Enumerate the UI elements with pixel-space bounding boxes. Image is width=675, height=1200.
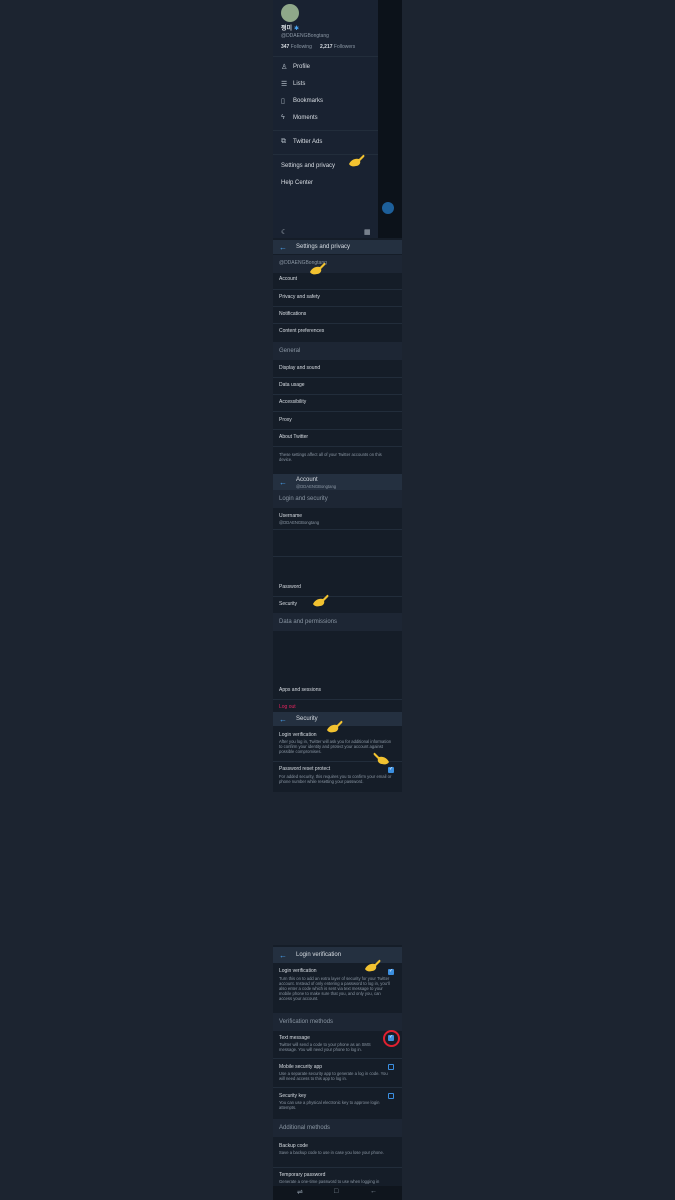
settings-item-about[interactable]: About Twitter: [279, 435, 308, 440]
lv-desc: Turn this on to add an extra layer of se…: [279, 976, 390, 1001]
bookmark-icon: ▯: [281, 98, 285, 105]
lists-icon: ☰: [281, 81, 288, 88]
drawer-panel: 쩡미 ✱ @DDAENGBongtang 347 Following 2,217…: [273, 0, 402, 238]
pointing-hand-icon: [373, 752, 389, 765]
verification-methods-header: Verification methods: [273, 1013, 402, 1031]
drawer-item-moments[interactable]: Moments: [293, 115, 318, 121]
lv-checkbox[interactable]: [388, 968, 394, 975]
pointing-hand-icon: [327, 720, 343, 733]
login-verification-label[interactable]: Login verification: [279, 733, 317, 738]
drawer-item-settings[interactable]: Settings and privacy: [281, 163, 335, 169]
pointing-hand-icon: [313, 594, 329, 607]
reset-protect-checkbox[interactable]: [388, 766, 394, 773]
settings-item-content[interactable]: Content preferences: [279, 329, 324, 334]
security-app-label: Mobile security app: [279, 1064, 323, 1070]
drawer-item-help[interactable]: Help Center: [281, 180, 313, 186]
android-nav-bar: ⇌ □ ←: [273, 1186, 402, 1200]
text-message-label: Text message: [279, 1035, 310, 1041]
back-arrow-icon[interactable]: ←: [279, 478, 287, 487]
lv-toggle-label: Login verification: [279, 968, 317, 974]
settings-item-data[interactable]: Data usage: [279, 383, 305, 388]
security-key-label: Security key: [279, 1093, 307, 1099]
drawer-item-profile[interactable]: Profile: [293, 64, 310, 70]
temp-password-desc: Generate a one-time password to use when…: [279, 1179, 380, 1184]
account-item-apps[interactable]: Apps and sessions: [279, 688, 321, 693]
login-security-header: Login and security: [273, 490, 402, 508]
reset-protect-desc: For added security, this requires you to…: [279, 774, 392, 784]
pointing-hand-icon: [365, 959, 381, 972]
settings-item-notifications[interactable]: Notifications: [279, 312, 306, 317]
login-verification-panel: ← Login verification Login verification …: [273, 945, 402, 1200]
settings-item-proxy[interactable]: Proxy: [279, 418, 292, 423]
page-title: Account: [296, 477, 318, 483]
username-value: @DDAENGBongtang: [279, 520, 320, 525]
security-panel: ← Security Login verification After you …: [273, 712, 402, 792]
pointing-hand-icon: [349, 154, 365, 167]
verified-icon: ✱: [294, 26, 300, 32]
backup-code-desc: Save a backup code to use in case you lo…: [279, 1150, 384, 1155]
followers-count[interactable]: 2,217 Followers: [320, 45, 355, 50]
person-icon: ♙: [281, 64, 288, 71]
page-title: Settings and privacy: [296, 244, 351, 250]
settings-privacy-panel: ← Settings and privacy @DDAENGBongtang A…: [273, 238, 402, 472]
drawer-item-lists[interactable]: Lists: [293, 81, 305, 87]
settings-header: ← Settings and privacy: [273, 240, 402, 254]
drawer-item-twitter-ads[interactable]: Twitter Ads: [293, 139, 322, 145]
back-nav-icon[interactable]: ←: [370, 1188, 377, 1195]
data-permissions-header: Data and permissions: [273, 613, 402, 631]
highlight-circle: [383, 1030, 400, 1047]
home-icon[interactable]: □: [334, 1188, 338, 1195]
back-arrow-icon[interactable]: ←: [279, 243, 287, 252]
settings-item-accessibility[interactable]: Accessibility: [279, 400, 306, 405]
recent-apps-icon[interactable]: ⇌: [297, 1188, 303, 1196]
additional-methods-header: Additional methods: [273, 1119, 402, 1137]
security-key-checkbox[interactable]: [388, 1093, 394, 1099]
account-panel: ← Account @DDAENGBongtang Login and secu…: [273, 472, 402, 712]
lightning-icon: ϟ: [281, 114, 285, 121]
security-app-checkbox[interactable]: [388, 1064, 394, 1070]
account-header: ← Account @DDAENGBongtang: [273, 474, 402, 490]
account-item-password[interactable]: Password: [279, 585, 301, 590]
avatar[interactable]: [281, 4, 299, 22]
logout-link[interactable]: Log out: [279, 705, 296, 710]
night-mode-icon[interactable]: ☾: [281, 228, 287, 236]
username-label[interactable]: Username: [279, 514, 302, 519]
qr-code-icon[interactable]: ▦: [364, 228, 371, 236]
following-count[interactable]: 347 Following: [281, 45, 312, 50]
compose-button[interactable]: [382, 202, 394, 214]
text-message-desc: Twitter will send a code to your phone a…: [279, 1042, 371, 1052]
general-section-header: General: [273, 342, 402, 360]
account-item-security[interactable]: Security: [279, 602, 297, 607]
settings-footnote: These settings affect all of your Twitte…: [279, 452, 382, 462]
drawer-item-bookmarks[interactable]: Bookmarks: [293, 98, 323, 104]
page-title: Login verification: [296, 952, 342, 958]
page-title: Security: [296, 716, 318, 722]
display-name: 쩡미: [281, 26, 293, 32]
backup-code-label[interactable]: Backup code: [279, 1144, 308, 1149]
drawer-handle: @DDAENGBongtang: [281, 33, 329, 39]
settings-handle-row: @DDAENGBongtang: [273, 255, 402, 273]
lv-header: ← Login verification: [273, 947, 402, 963]
reset-protect-label: Password reset protect: [279, 766, 331, 772]
pointing-hand-icon: [310, 262, 326, 275]
security-key-desc: You can use a physical electronic key to…: [279, 1100, 380, 1110]
settings-item-display[interactable]: Display and sound: [279, 366, 320, 371]
external-link-icon: ⧉: [281, 138, 286, 145]
security-app-desc: Use a separate security app to generate …: [279, 1071, 388, 1081]
account-subtitle: @DDAENGBongtang: [296, 484, 337, 489]
back-arrow-icon[interactable]: ←: [279, 715, 287, 724]
back-arrow-icon[interactable]: ←: [279, 951, 287, 960]
temp-password-label[interactable]: Temporary password: [279, 1173, 325, 1178]
settings-item-privacy[interactable]: Privacy and safety: [279, 295, 320, 300]
settings-item-account[interactable]: Account: [279, 277, 297, 282]
